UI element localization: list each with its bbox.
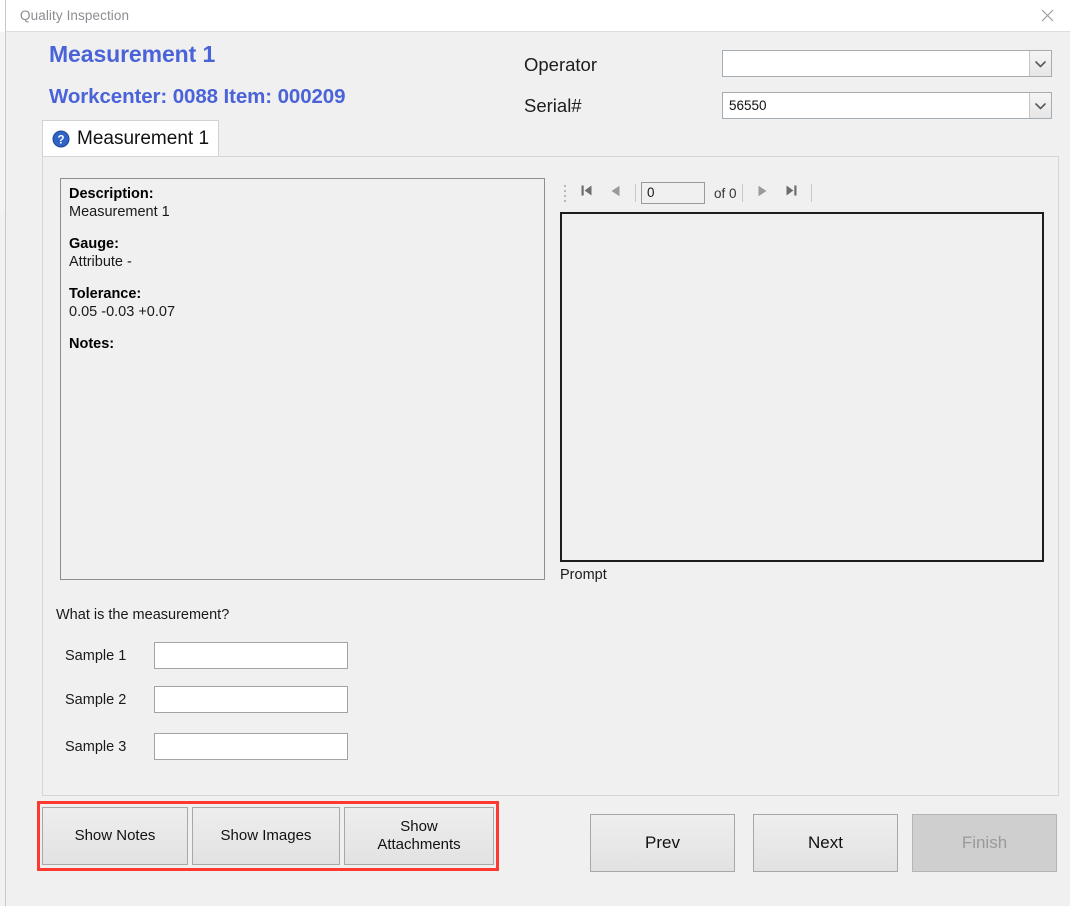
prompt-label: Prompt (560, 567, 607, 583)
question-badge-icon: ? (52, 130, 70, 148)
toolbar-separator (741, 184, 743, 202)
tab-measurement-1[interactable]: ? Measurement 1 (42, 120, 219, 156)
show-attachments-button[interactable]: Show Attachments (344, 807, 494, 865)
tab-strip: ? Measurement 1 (42, 120, 1059, 156)
question-label: What is the measurement? (56, 607, 230, 623)
page-title: Measurement 1 (49, 41, 216, 67)
prev-button[interactable]: Prev (590, 814, 735, 872)
quality-inspection-window: Quality Inspection Measurement 1 Workcen… (6, 0, 1070, 906)
next-record-icon (756, 184, 769, 203)
toolbar-separator (810, 184, 812, 202)
tolerance-value: 0.05 -0.03 +0.07 (69, 304, 176, 320)
sample-3-label: Sample 3 (65, 739, 127, 755)
description-value: Measurement 1 (69, 204, 170, 220)
prev-record-icon (609, 184, 622, 203)
show-notes-button[interactable]: Show Notes (42, 807, 188, 865)
serial-label: Serial# (524, 95, 582, 116)
operator-label: Operator (524, 54, 598, 75)
show-attachments-line-1: Show (400, 818, 438, 835)
close-icon (1041, 9, 1054, 22)
toolbar-grip-icon (560, 182, 570, 204)
description-key: Description: (69, 186, 154, 202)
show-images-button[interactable]: Show Images (192, 807, 340, 865)
record-count-label: of 0 (714, 185, 737, 201)
next-record-button[interactable] (748, 180, 777, 206)
finish-button: Finish (912, 814, 1057, 872)
prompt-image-box (560, 212, 1044, 562)
sample-3-input[interactable] (154, 733, 348, 760)
notes-key: Notes: (69, 336, 115, 352)
close-button[interactable] (1024, 0, 1070, 31)
window-title: Quality Inspection (20, 8, 130, 23)
first-record-icon (579, 183, 594, 203)
form-body: Measurement 1 Workcenter: 0088 Item: 000… (6, 32, 1070, 906)
last-record-button[interactable] (777, 180, 806, 206)
sample-2-label: Sample 2 (65, 692, 127, 708)
chevron-down-icon[interactable] (1029, 93, 1051, 118)
last-record-icon (784, 183, 799, 203)
sample-1-label: Sample 1 (65, 648, 127, 664)
serial-select[interactable]: 56550 (722, 92, 1052, 119)
operator-select[interactable] (722, 50, 1052, 77)
previous-record-button[interactable] (601, 180, 630, 206)
tab-measurement-1-label: Measurement 1 (77, 127, 210, 149)
next-button[interactable]: Next (753, 814, 898, 872)
sample-2-input[interactable] (154, 686, 348, 713)
toolbar-separator (635, 184, 636, 202)
chevron-down-icon[interactable] (1029, 51, 1051, 76)
sample-1-input[interactable] (154, 642, 348, 669)
record-position-input[interactable]: 0 (641, 182, 705, 204)
record-navigator: 0 of 0 (560, 178, 1042, 208)
first-record-button[interactable] (572, 180, 601, 206)
workcenter-item-subtitle: Workcenter: 0088 Item: 000209 (49, 85, 346, 108)
description-panel: Description: Measurement 1 Gauge: Attrib… (60, 178, 545, 580)
svg-text:?: ? (57, 134, 64, 146)
window-titlebar: Quality Inspection (6, 0, 1070, 32)
gauge-key: Gauge: (69, 236, 119, 252)
show-attachments-line-2: Attachments (377, 836, 461, 853)
gauge-value: Attribute - (69, 254, 132, 270)
serial-select-value: 56550 (729, 98, 767, 113)
tab-panel-measurement-1: Description: Measurement 1 Gauge: Attrib… (42, 156, 1059, 796)
tolerance-key: Tolerance: (69, 286, 142, 302)
